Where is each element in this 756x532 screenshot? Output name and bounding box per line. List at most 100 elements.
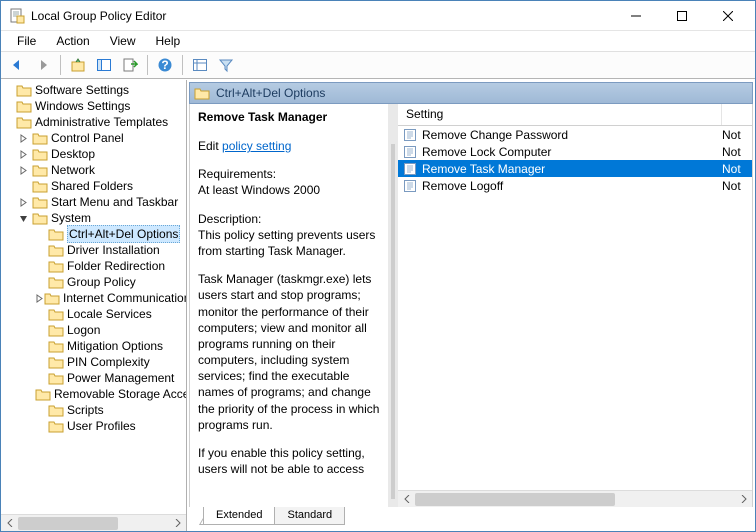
svg-text:?: ? <box>161 58 168 72</box>
splitter-grip[interactable] <box>391 144 395 499</box>
tree-expander-icon[interactable] <box>19 198 32 207</box>
tree-expander-icon[interactable] <box>35 294 44 303</box>
up-button[interactable] <box>66 53 90 77</box>
folder-icon <box>32 131 48 145</box>
tree-item[interactable]: Desktop <box>3 146 186 162</box>
folder-icon <box>48 227 64 241</box>
title-bar: Local Group Policy Editor <box>1 1 755 31</box>
menu-help[interactable]: Help <box>146 32 191 50</box>
setting-row[interactable]: Remove Change PasswordNot <box>398 126 752 143</box>
setting-row[interactable]: Remove Task ManagerNot <box>398 160 752 177</box>
folder-icon <box>48 371 64 385</box>
edit-policy-link[interactable]: policy setting <box>222 139 291 153</box>
tree-item-label: Folder Redirection <box>67 258 165 274</box>
description-para3: If you enable this policy setting, users… <box>198 445 380 477</box>
tree-item[interactable]: Logon <box>3 322 186 338</box>
folder-icon <box>32 211 48 225</box>
tree-expander-icon[interactable] <box>19 134 32 143</box>
folder-icon <box>48 419 64 433</box>
tree-item[interactable]: Windows Settings <box>3 98 186 114</box>
tree-item[interactable]: Control Panel <box>3 130 186 146</box>
tree-expander-icon[interactable] <box>19 214 32 223</box>
edit-policy-line: Edit policy setting <box>198 138 380 154</box>
tree-item[interactable]: Ctrl+Alt+Del Options <box>3 226 186 242</box>
tree-item[interactable]: Removable Storage Access <box>3 386 186 402</box>
setting-row[interactable]: Remove Lock ComputerNot <box>398 143 752 160</box>
description-para2: Task Manager (taskmgr.exe) lets users st… <box>198 271 380 433</box>
tree-item[interactable]: Scripts <box>3 402 186 418</box>
window-buttons <box>613 1 751 31</box>
tree-item-label: Driver Installation <box>67 242 160 258</box>
tree-item[interactable]: Folder Redirection <box>3 258 186 274</box>
policy-icon <box>402 128 418 142</box>
policy-icon <box>402 162 418 176</box>
tree-item[interactable]: Power Management <box>3 370 186 386</box>
scroll-thumb[interactable] <box>415 493 615 506</box>
settings-horizontal-scrollbar[interactable] <box>398 490 752 507</box>
folder-icon <box>32 147 48 161</box>
tree-item[interactable]: System <box>3 210 186 226</box>
setting-state: Not <box>722 145 752 159</box>
tree-item[interactable]: Mitigation Options <box>3 338 186 354</box>
show-hide-tree-button[interactable] <box>92 53 116 77</box>
forward-button[interactable] <box>31 53 55 77</box>
tree-item[interactable]: Internet Communication Management <box>3 290 186 306</box>
maximize-button[interactable] <box>659 1 705 31</box>
scroll-right-button[interactable] <box>735 491 752 508</box>
folder-icon <box>32 163 48 177</box>
main-content: Software SettingsWindows SettingsAdminis… <box>1 79 755 531</box>
tree-item[interactable]: Group Policy <box>3 274 186 290</box>
setting-title: Remove Task Manager <box>198 110 380 124</box>
description-label: Description: <box>198 212 261 226</box>
content-header-title: Ctrl+Alt+Del Options <box>216 86 325 100</box>
setting-row[interactable]: Remove LogoffNot <box>398 177 752 194</box>
tree-item[interactable]: Administrative Templates <box>3 114 186 130</box>
tree-item-label: Software Settings <box>35 82 129 98</box>
minimize-button[interactable] <box>613 1 659 31</box>
filter-button[interactable] <box>214 53 238 77</box>
column-header-state[interactable] <box>722 104 752 125</box>
tree-item[interactable]: Locale Services <box>3 306 186 322</box>
tree-item[interactable]: PIN Complexity <box>3 354 186 370</box>
tree-panel: Software SettingsWindows SettingsAdminis… <box>1 80 187 531</box>
tree-item[interactable]: Software Settings <box>3 82 186 98</box>
folder-icon <box>48 403 64 417</box>
tree-item[interactable]: Start Menu and Taskbar <box>3 194 186 210</box>
scroll-left-button[interactable] <box>398 491 415 508</box>
settings-list[interactable]: Remove Change PasswordNotRemove Lock Com… <box>398 126 752 490</box>
scroll-track[interactable] <box>18 515 169 532</box>
settings-header: Setting <box>398 104 752 126</box>
toolbar-separator <box>147 55 148 75</box>
scroll-thumb[interactable] <box>18 517 118 530</box>
close-button[interactable] <box>705 1 751 31</box>
menu-view[interactable]: View <box>100 32 146 50</box>
scroll-left-button[interactable] <box>1 515 18 532</box>
tree-item[interactable]: User Profiles <box>3 418 186 434</box>
export-list-button[interactable] <box>118 53 142 77</box>
tree-horizontal-scrollbar[interactable] <box>1 514 186 531</box>
tree-expander-icon[interactable] <box>19 150 32 159</box>
tree-item[interactable]: Shared Folders <box>3 178 186 194</box>
scroll-right-button[interactable] <box>169 515 186 532</box>
menu-action[interactable]: Action <box>46 32 99 50</box>
back-button[interactable] <box>5 53 29 77</box>
setting-state: Not <box>722 162 752 176</box>
tree-item[interactable]: Driver Installation <box>3 242 186 258</box>
requirements-value: At least Windows 2000 <box>198 183 320 197</box>
folder-icon <box>48 275 64 289</box>
column-splitter[interactable] <box>388 104 398 507</box>
tree-body[interactable]: Software SettingsWindows SettingsAdminis… <box>1 80 186 514</box>
properties-button[interactable] <box>188 53 212 77</box>
tab-extended[interactable]: Extended <box>203 507 275 525</box>
scroll-track[interactable] <box>415 491 735 508</box>
tab-standard[interactable]: Standard <box>274 507 345 525</box>
requirements-label: Requirements: <box>198 167 276 181</box>
menu-file[interactable]: File <box>7 32 46 50</box>
column-header-setting[interactable]: Setting <box>398 104 722 125</box>
tree-item-label: System <box>51 210 91 226</box>
tree-item[interactable]: Network <box>3 162 186 178</box>
help-button[interactable]: ? <box>153 53 177 77</box>
tree-expander-icon[interactable] <box>19 166 32 175</box>
app-icon <box>9 8 25 24</box>
requirements-block: Requirements: At least Windows 2000 <box>198 166 380 198</box>
